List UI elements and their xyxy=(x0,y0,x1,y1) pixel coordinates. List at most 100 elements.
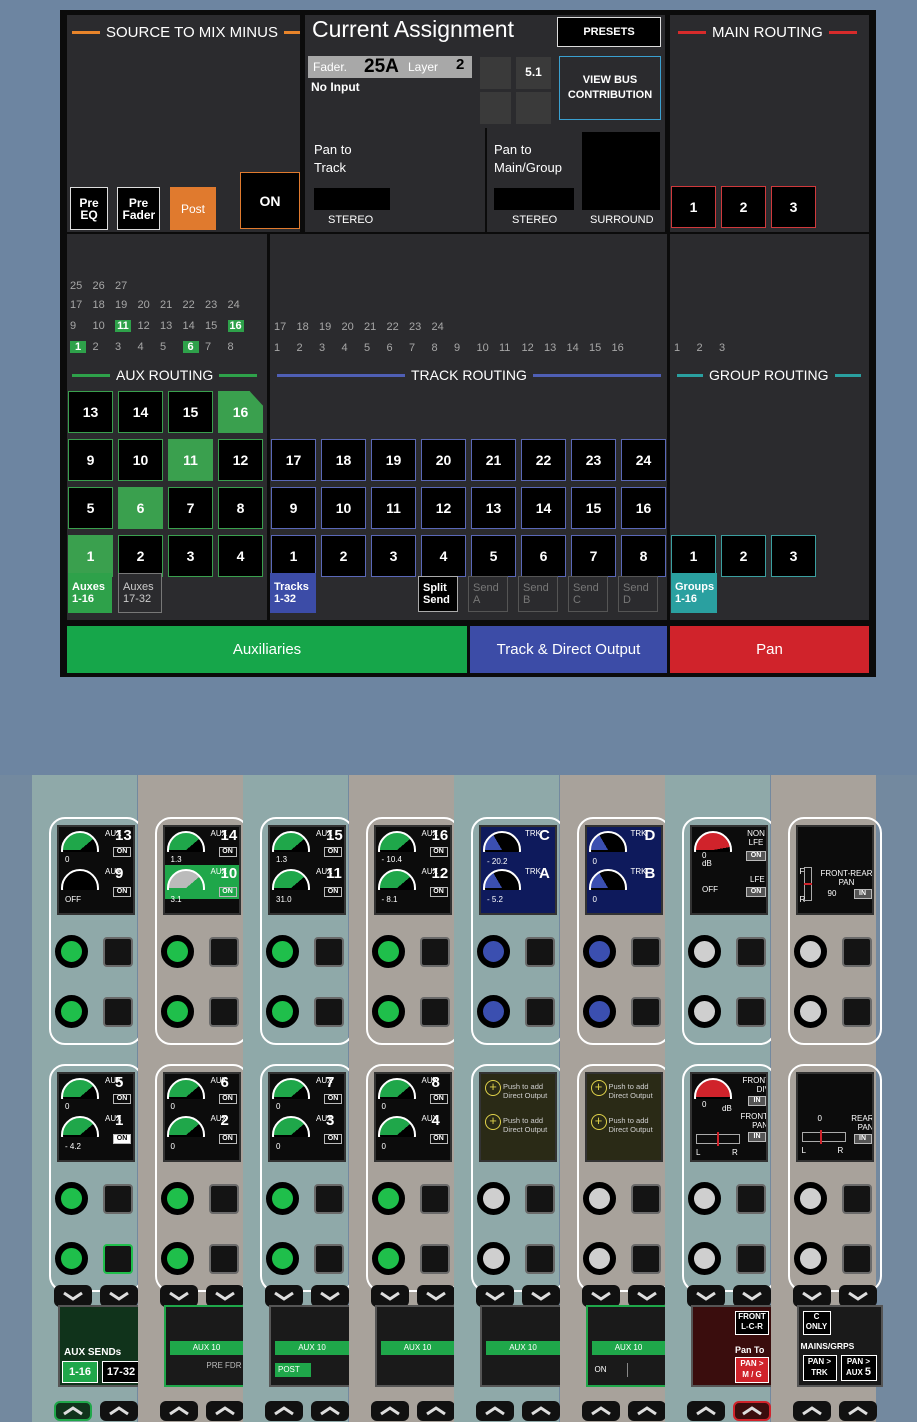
strip-4-key-2-2[interactable] xyxy=(419,1244,450,1274)
on-badge[interactable]: ON xyxy=(113,1094,131,1104)
strip-1-knob-1-1[interactable] xyxy=(55,935,88,968)
strip-3-up-left[interactable] xyxy=(265,1401,303,1421)
on-badge[interactable]: ON xyxy=(324,847,342,857)
strip-3-knob-2-2[interactable] xyxy=(266,1242,299,1275)
view-cell-2[interactable]: 5.1 xyxy=(516,57,551,89)
on-badge[interactable]: ON xyxy=(429,887,448,897)
aux-route-5[interactable]: 5 xyxy=(68,487,113,529)
track-route-22-r0[interactable]: 22 xyxy=(521,439,566,481)
on-badge[interactable]: ON xyxy=(113,1134,131,1144)
strip-8-key-1-2[interactable] xyxy=(841,997,872,1027)
strip-4-knob-2-2[interactable] xyxy=(371,1242,405,1275)
strip-5-key-1-1[interactable] xyxy=(525,937,555,967)
strip-7-knob-2-1[interactable] xyxy=(688,1182,721,1215)
aux-route-4[interactable]: 4 xyxy=(218,535,263,577)
view-cell-3[interactable] xyxy=(480,92,511,124)
strip-7-up-left[interactable] xyxy=(687,1401,725,1421)
strip-3-up-right[interactable] xyxy=(311,1401,349,1421)
strip-6-up-left[interactable] xyxy=(581,1401,620,1421)
strip-1-key-1-2[interactable] xyxy=(103,997,133,1027)
strip-4-knob-1-2[interactable] xyxy=(371,995,405,1028)
post-button[interactable]: Post xyxy=(170,187,216,230)
strip-5-down-right[interactable] xyxy=(522,1285,560,1307)
group-route-3[interactable]: 3 xyxy=(771,535,816,577)
strip-6-key-2-2[interactable] xyxy=(630,1244,661,1274)
pre-fader-button[interactable]: Pre Fader xyxy=(117,187,160,230)
strip-3-key-2-1[interactable] xyxy=(314,1184,344,1214)
track-route-19-r0[interactable]: 19 xyxy=(371,439,416,481)
strip-8-knob-2-2[interactable] xyxy=(793,1242,827,1275)
aux-route-15[interactable]: 15 xyxy=(168,391,213,433)
add-direct-icon[interactable]: + xyxy=(590,1114,607,1130)
track-route-21-r0[interactable]: 21 xyxy=(471,439,516,481)
track-route-15-r1[interactable]: 15 xyxy=(571,487,616,529)
track-route-17-r0[interactable]: 17 xyxy=(271,439,316,481)
strip-2-knob-2-2[interactable] xyxy=(160,1242,194,1275)
auxes-17-32-button[interactable]: Auxes 17-32 xyxy=(118,573,162,613)
strip-6-knob-2-1[interactable] xyxy=(582,1182,616,1215)
strip-2-knob-2-1[interactable] xyxy=(160,1182,194,1215)
aux-route-9[interactable]: 9 xyxy=(68,439,113,481)
on-button[interactable]: ON xyxy=(240,172,300,229)
strip-3-down-left[interactable] xyxy=(265,1285,303,1307)
on-badge[interactable]: ON xyxy=(429,847,448,857)
send-a-button[interactable]: Send A xyxy=(468,576,508,612)
strip-5-key-2-1[interactable] xyxy=(525,1184,555,1214)
aux-route-12[interactable]: 12 xyxy=(218,439,263,481)
fr-pan-in[interactable]: IN xyxy=(853,889,872,899)
strip-1-key-2-2[interactable] xyxy=(103,1244,133,1274)
strip-3-knob-2-1[interactable] xyxy=(266,1182,299,1215)
strip-4-knob-2-1[interactable] xyxy=(371,1182,405,1215)
strip-4-key-1-2[interactable] xyxy=(419,997,450,1027)
groups-1-16-button[interactable]: Groups 1-16 xyxy=(671,573,717,613)
track-route-12-r1[interactable]: 12 xyxy=(421,487,466,529)
track-route-3-r2[interactable]: 3 xyxy=(371,535,416,577)
on-badge[interactable]: ON xyxy=(113,887,131,897)
track-route-2-r2[interactable]: 2 xyxy=(321,535,366,577)
strip-2-knob-1-2[interactable] xyxy=(160,995,194,1028)
strip-2-knob-1-1[interactable] xyxy=(160,935,194,968)
track-route-13-r1[interactable]: 13 xyxy=(471,487,516,529)
lfe-on[interactable]: ON xyxy=(746,887,766,897)
track-route-18-r0[interactable]: 18 xyxy=(321,439,366,481)
strip-6-knob-2-2[interactable] xyxy=(582,1242,616,1275)
strip-7-key-2-2[interactable] xyxy=(736,1244,766,1274)
strip-2-up-left[interactable] xyxy=(159,1401,198,1421)
front-lcr-btn[interactable]: FRONT L-C-R xyxy=(735,1311,769,1335)
strip-2-down-left[interactable] xyxy=(159,1285,198,1307)
rear-pan-in[interactable]: IN xyxy=(853,1134,872,1144)
send-b-button[interactable]: Send B xyxy=(518,576,558,612)
on-badge[interactable]: ON xyxy=(113,847,131,857)
aux-route-13[interactable]: 13 xyxy=(68,391,113,433)
strip-6-down-right[interactable] xyxy=(627,1285,666,1307)
strip-3-key-1-1[interactable] xyxy=(314,937,344,967)
strip-1-knob-2-1[interactable] xyxy=(55,1182,88,1215)
strip-4-up-right[interactable] xyxy=(416,1401,455,1421)
group-route-2[interactable]: 2 xyxy=(721,535,766,577)
strip-8-knob-2-1[interactable] xyxy=(793,1182,827,1215)
track-route-16-r1[interactable]: 16 xyxy=(621,487,666,529)
add-direct-icon[interactable]: + xyxy=(590,1080,607,1096)
tab-pan[interactable]: Pan xyxy=(670,626,869,673)
strip-1-down-left[interactable] xyxy=(54,1285,92,1307)
strip-2-key-2-1[interactable] xyxy=(208,1184,239,1214)
strip-2-key-1-2[interactable] xyxy=(208,997,239,1027)
pan-mg-btn[interactable]: PAN > M / G xyxy=(735,1357,769,1383)
strip-5-down-left[interactable] xyxy=(476,1285,514,1307)
strip-1-up-left[interactable] xyxy=(54,1401,92,1421)
strip-3-knob-1-1[interactable] xyxy=(266,935,299,968)
on-badge[interactable]: ON xyxy=(324,887,342,897)
on-badge[interactable]: ON xyxy=(218,847,237,857)
aux-route-2[interactable]: 2 xyxy=(118,535,163,577)
strip-8-down-left[interactable] xyxy=(792,1285,831,1307)
track-route-20-r0[interactable]: 20 xyxy=(421,439,466,481)
on-badge[interactable]: ON xyxy=(218,1134,237,1144)
on-label[interactable]: ON xyxy=(592,1363,628,1377)
view-bus-contribution-button[interactable]: VIEW BUS CONTRIBUTION xyxy=(559,56,661,120)
aux-route-3[interactable]: 3 xyxy=(168,535,213,577)
strip-8-knob-1-2[interactable] xyxy=(793,995,827,1028)
strip-7-up-right[interactable] xyxy=(733,1401,771,1421)
strip-6-key-2-1[interactable] xyxy=(630,1184,661,1214)
track-route-8-r2[interactable]: 8 xyxy=(621,535,666,577)
strip-7-key-2-1[interactable] xyxy=(736,1184,766,1214)
